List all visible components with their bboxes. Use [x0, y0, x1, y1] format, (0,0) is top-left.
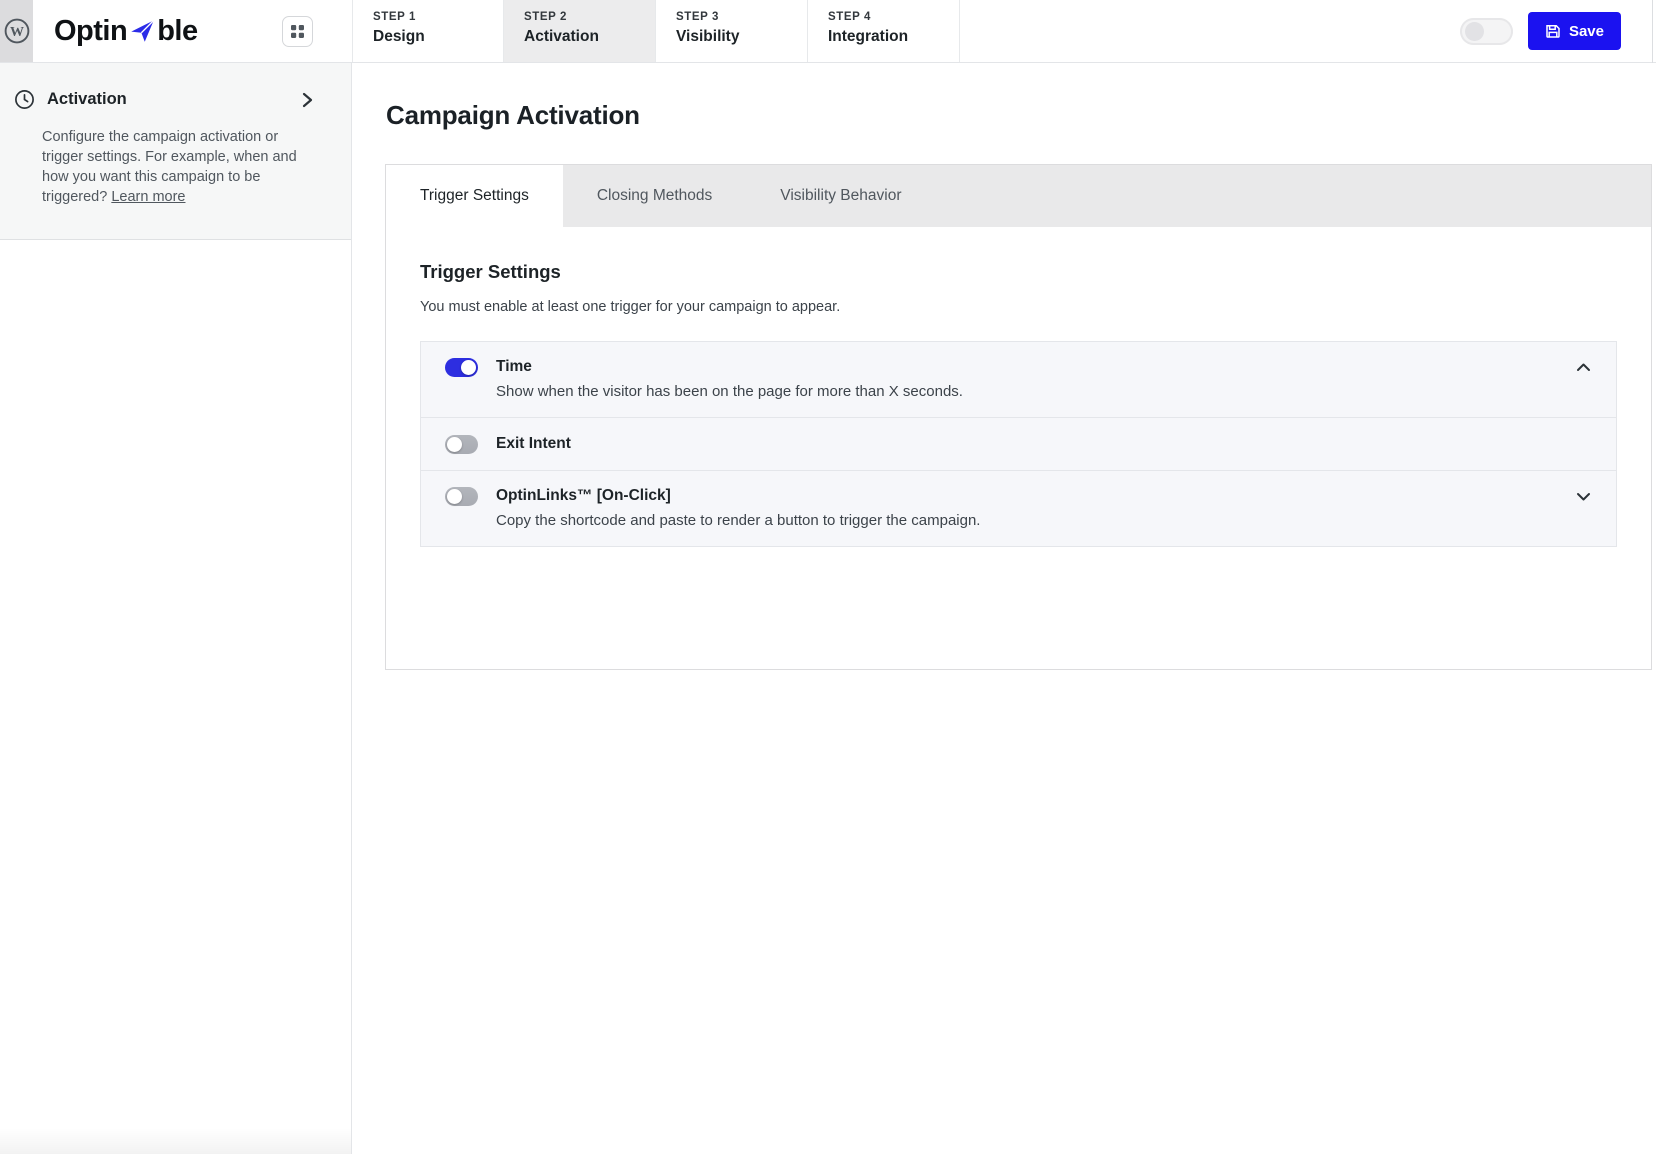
- wordpress-admin-strip: W: [0, 0, 33, 62]
- section-title: Trigger Settings: [420, 261, 561, 282]
- header-toggle[interactable]: [1459, 17, 1513, 45]
- apps-grid-button[interactable]: [282, 15, 313, 47]
- save-icon: [1545, 23, 1561, 39]
- trigger-label: OptinLinks™ [On-Click]: [496, 487, 671, 504]
- wordpress-icon[interactable]: W: [4, 18, 30, 44]
- learn-more-link[interactable]: Learn more: [111, 189, 185, 205]
- wizard-steps: STEP 1 Design STEP 2 Activation STEP 3 V…: [352, 0, 960, 62]
- tab-panel-trigger-settings: Trigger Settings You must enable at leas…: [386, 227, 1651, 669]
- header-toggle-knob: [1464, 21, 1484, 41]
- top-bar-actions: Save: [1459, 0, 1656, 62]
- trigger-row-optinlinks: OptinLinks™ [On-Click] Copy the shortcod…: [421, 470, 1616, 546]
- step-visibility[interactable]: STEP 3 Visibility: [656, 0, 808, 62]
- optinlinks-toggle[interactable]: [445, 487, 478, 506]
- step-eyebrow: STEP 4: [828, 11, 872, 23]
- trigger-text: Exit Intent: [496, 434, 571, 453]
- clock-icon: [14, 89, 35, 110]
- trigger-description: Copy the shortcode and paste to render a…: [496, 512, 981, 529]
- logo-text-prefix: Optin: [54, 14, 128, 47]
- paper-plane-icon: [129, 17, 156, 44]
- sidebar-panel-header: Activation: [14, 89, 327, 110]
- step-eyebrow: STEP 3: [676, 11, 720, 23]
- trigger-row-exit-intent: Exit Intent: [421, 417, 1616, 470]
- step-design[interactable]: STEP 1 Design: [352, 0, 504, 62]
- logo-text-suffix: ble: [157, 14, 198, 47]
- save-button[interactable]: Save: [1527, 12, 1621, 50]
- section-subtitle: You must enable at least one trigger for…: [420, 299, 841, 315]
- svg-text:W: W: [10, 25, 24, 40]
- save-button-label: Save: [1568, 22, 1604, 40]
- tab-trigger-settings[interactable]: Trigger Settings: [386, 165, 563, 227]
- trigger-text: OptinLinks™ [On-Click] Copy the shortcod…: [496, 486, 980, 529]
- main-content: Campaign Activation Trigger Settings Clo…: [353, 63, 1656, 1154]
- exit-intent-toggle[interactable]: [445, 435, 478, 454]
- sidebar-panel-title: Activation: [47, 90, 127, 108]
- tab-visibility-behavior[interactable]: Visibility Behavior: [746, 165, 935, 227]
- tab-closing-methods[interactable]: Closing Methods: [563, 165, 746, 227]
- trigger-label: Time: [496, 358, 532, 375]
- time-toggle[interactable]: [445, 358, 478, 377]
- logo-area: Optin ble: [33, 0, 352, 62]
- sidebar-activation-panel: Activation Configure the campaign activa…: [0, 63, 351, 240]
- trigger-label: Exit Intent: [496, 435, 571, 452]
- step-integration[interactable]: STEP 4 Integration: [808, 0, 960, 62]
- trigger-row-time: Time Show when the visitor has been on t…: [421, 342, 1616, 417]
- top-bar: W Optin ble STEP 1 Design STEP 2 Activat…: [0, 0, 1656, 63]
- sidebar: Activation Configure the campaign activa…: [0, 63, 352, 1154]
- page-title: Campaign Activation: [386, 100, 640, 130]
- step-label: Design: [373, 28, 425, 45]
- tab-label: Trigger Settings: [420, 187, 529, 204]
- sidebar-panel-description: Configure the campaign activation or tri…: [42, 127, 322, 207]
- app-logo: Optin ble: [54, 15, 198, 48]
- header-right-divider: [1652, 0, 1653, 63]
- tab-label: Visibility Behavior: [780, 187, 902, 204]
- chevron-up-icon[interactable]: [1575, 359, 1592, 376]
- step-eyebrow: STEP 1: [373, 11, 417, 23]
- toggle-knob: [447, 489, 462, 504]
- activation-card: Trigger Settings Closing Methods Visibil…: [385, 164, 1652, 670]
- card-tabs: Trigger Settings Closing Methods Visibil…: [386, 165, 1651, 227]
- toggle-knob: [461, 360, 476, 375]
- step-eyebrow: STEP 2: [524, 11, 568, 23]
- step-activation[interactable]: STEP 2 Activation: [504, 0, 656, 62]
- sidebar-bottom-fade: [0, 1128, 351, 1154]
- step-label: Integration: [828, 28, 909, 45]
- chevron-down-icon[interactable]: [1575, 488, 1592, 505]
- trigger-text: Time Show when the visitor has been on t…: [496, 357, 963, 400]
- step-label: Visibility: [676, 28, 740, 45]
- trigger-list: Time Show when the visitor has been on t…: [420, 341, 1617, 547]
- tab-label: Closing Methods: [596, 187, 713, 204]
- step-label: Activation: [524, 28, 599, 45]
- trigger-description: Show when the visitor has been on the pa…: [496, 383, 963, 400]
- chevron-right-icon[interactable]: [299, 91, 315, 109]
- toggle-knob: [447, 437, 462, 452]
